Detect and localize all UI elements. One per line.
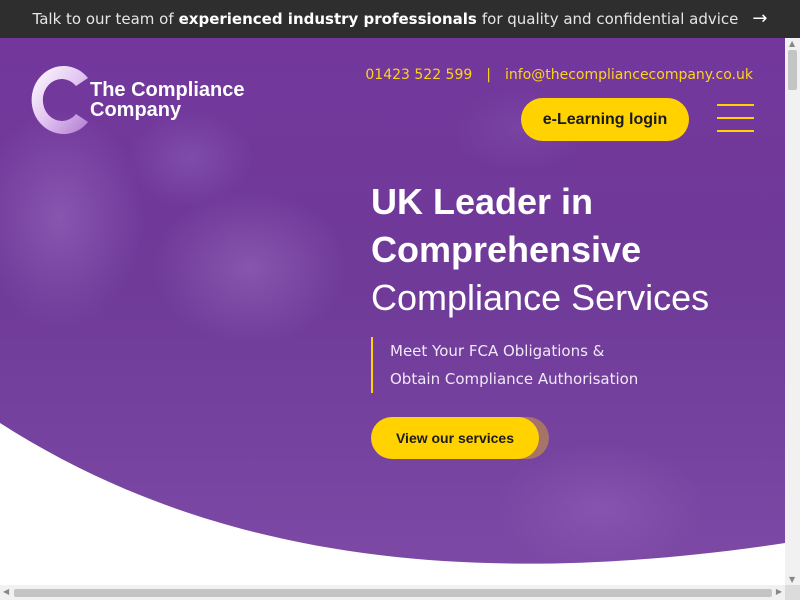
view-services-button[interactable]: View our services [371,417,539,459]
hero-subtitle: Meet Your FCA Obligations & Obtain Compl… [371,337,638,393]
view-services-wrapper: View our services [371,417,551,461]
horizontal-scrollbar[interactable]: ◀ ▶ [0,585,785,600]
contact-info: 01423 522 599 | info@thecompliancecompan… [365,67,753,83]
scroll-left-icon[interactable]: ◀ [3,587,9,596]
hero-title-line-2: Comprehensive [371,229,642,270]
elearning-login-button[interactable]: e-Learning login [521,98,689,141]
hero-subtitle-line-1: Meet Your FCA Obligations & [390,342,605,360]
logo-c-icon [31,66,89,134]
announcement-bar[interactable]: Talk to our team of experienced industry… [0,0,800,38]
horizontal-scroll-thumb[interactable] [14,589,772,597]
arrow-right-icon[interactable]: → [752,10,767,28]
scroll-right-icon[interactable]: ▶ [776,587,782,596]
vertical-scrollbar[interactable]: ▲ ▼ [785,38,800,585]
hamburger-menu-icon[interactable] [717,104,754,134]
hero-title-line-3: Compliance Services [371,277,710,318]
phone-link[interactable]: 01423 522 599 [365,67,472,83]
company-logo[interactable]: The Compliance Company [30,64,244,136]
scrollbar-corner [785,585,800,600]
vertical-scroll-thumb[interactable] [788,50,797,90]
announcement-suffix: for quality and confidential advice [481,10,739,28]
logo-line-1: The Compliance [90,79,245,101]
hero-section: The Compliance Company 01423 522 599 | i… [0,38,785,585]
scroll-down-icon[interactable]: ▼ [789,575,795,584]
hero-title-line-1: UK Leader in [371,181,594,222]
email-link[interactable]: info@thecompliancecompany.co.uk [505,67,753,83]
hero-title: UK Leader in Comprehensive Compliance Se… [371,178,709,322]
announcement-highlight: experienced industry professionals [178,10,477,28]
logo-line-2: Company [90,99,182,121]
announcement-prefix: Talk to our team of [32,10,174,28]
hero-subtitle-line-2: Obtain Compliance Authorisation [390,370,639,388]
contact-separator: | [486,67,491,83]
scroll-up-icon[interactable]: ▲ [789,39,795,48]
